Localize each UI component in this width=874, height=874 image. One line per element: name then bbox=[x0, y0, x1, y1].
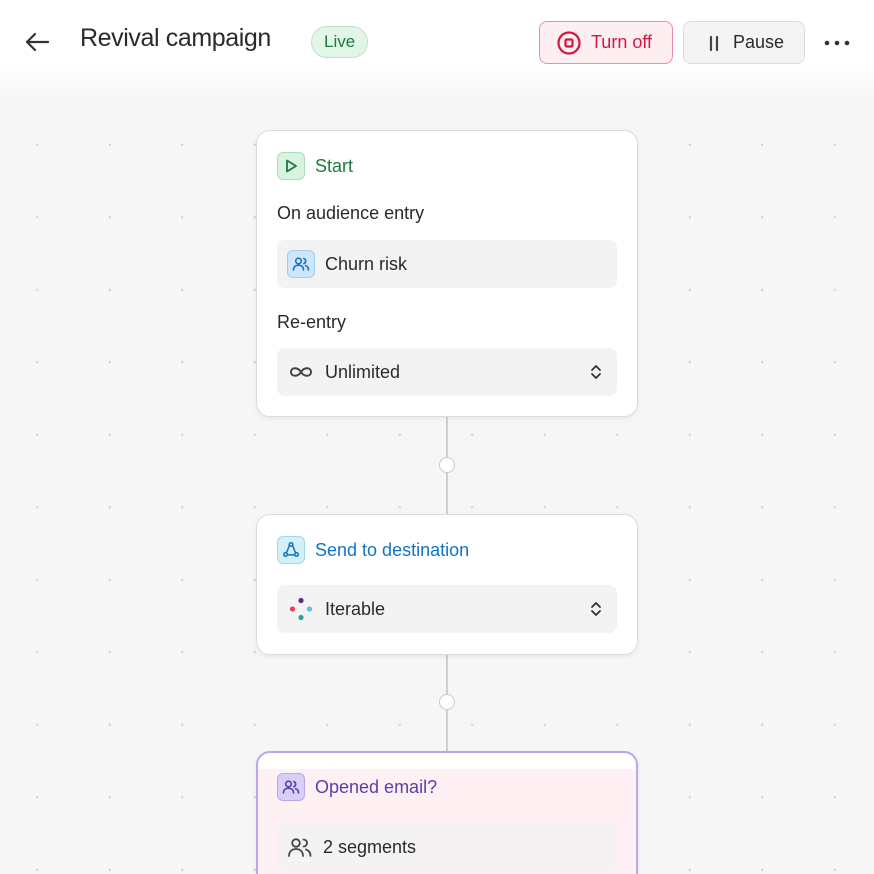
branch-card-top-strip bbox=[258, 753, 636, 769]
branch-node-card[interactable]: Opened email? 2 segments bbox=[256, 751, 638, 874]
arrow-left-icon bbox=[25, 32, 50, 52]
segments-value: 2 segments bbox=[323, 836, 417, 857]
chevron-up-down-icon bbox=[591, 602, 601, 616]
iterable-logo bbox=[289, 597, 313, 621]
add-step-handle[interactable] bbox=[439, 694, 455, 710]
page-title: Revival campaign bbox=[80, 24, 271, 52]
branch-node-title: Opened email? bbox=[315, 776, 438, 797]
pause-icon bbox=[709, 35, 719, 51]
top-bar: Revival campaign Live Turn off Pause bbox=[0, 0, 874, 104]
users-icon bbox=[288, 838, 312, 857]
audience-selector[interactable]: Churn risk bbox=[277, 240, 617, 288]
destination-node-header: Send to destination bbox=[277, 536, 469, 564]
add-step-handle[interactable] bbox=[439, 457, 455, 473]
recycle-icon bbox=[277, 536, 305, 564]
users-icon bbox=[287, 250, 315, 278]
start-node-card[interactable]: Start On audience entry Churn risk Re-en… bbox=[256, 130, 638, 417]
start-node-title: Start bbox=[315, 155, 354, 176]
more-options-button[interactable] bbox=[820, 28, 854, 58]
segments-row[interactable]: 2 segments bbox=[277, 823, 617, 871]
audience-value: Churn risk bbox=[325, 253, 408, 274]
branch-node-header: Opened email? bbox=[277, 773, 437, 801]
users-icon bbox=[277, 773, 305, 801]
turn-off-button[interactable]: Turn off bbox=[539, 21, 673, 64]
reentry-select[interactable]: Unlimited bbox=[277, 348, 617, 396]
trigger-label: On audience entry bbox=[277, 203, 425, 223]
play-icon bbox=[277, 152, 305, 180]
reentry-value: Unlimited bbox=[325, 361, 401, 382]
reentry-label: Re-entry bbox=[277, 312, 347, 332]
pause-button[interactable]: Pause bbox=[683, 21, 805, 64]
pause-label: Pause bbox=[732, 32, 784, 52]
stop-circle-icon bbox=[557, 30, 581, 55]
turn-off-label: Turn off bbox=[590, 32, 653, 52]
status-badge: Live bbox=[311, 26, 369, 58]
start-node-header: Start bbox=[277, 152, 353, 180]
destination-node-card[interactable]: Send to destination Iterable bbox=[256, 514, 638, 655]
destination-value: Iterable bbox=[325, 598, 386, 619]
more-horizontal-icon bbox=[824, 40, 850, 46]
chevron-up-down-icon bbox=[591, 365, 601, 379]
infinity-icon bbox=[290, 367, 312, 377]
destination-node-title: Send to destination bbox=[315, 539, 470, 560]
destination-select[interactable]: Iterable bbox=[277, 585, 617, 633]
back-button[interactable] bbox=[22, 27, 52, 57]
